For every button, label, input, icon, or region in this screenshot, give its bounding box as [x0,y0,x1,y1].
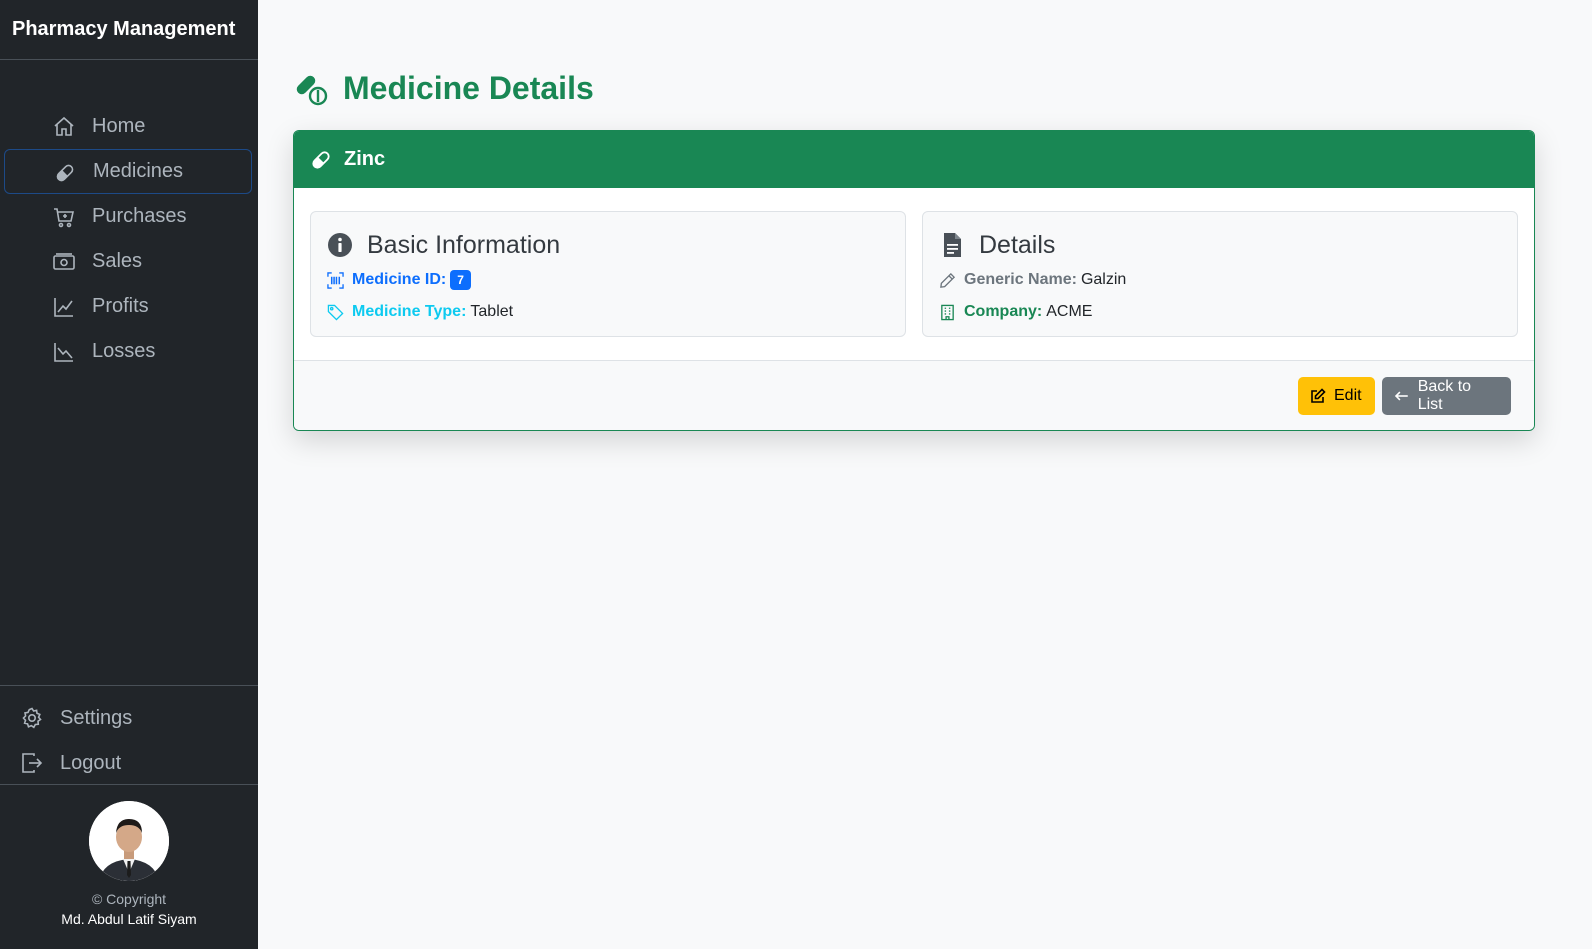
logout-icon [22,753,43,773]
document-icon [944,233,961,257]
sidebar-nav: Home Medicines Purchases Sales Profits L… [0,104,258,374]
edit-button-label: Edit [1334,387,1362,404]
avatar [89,801,169,881]
page-title: Medicine Details [293,70,594,107]
sidebar-item-label: Medicines [93,160,184,182]
back-button-label: Back to List [1417,378,1472,413]
info-panels: Basic Information Medicine ID: 7 Medicin… [310,211,1518,337]
company-value: ACME [1046,303,1093,320]
medicine-type-label: Medicine Type: [352,303,467,320]
home-icon [54,116,74,136]
capsule-icon [312,150,330,169]
cash-icon [53,253,75,270]
graph-down-icon [54,343,73,362]
sidebar-item-label: Home [92,115,146,137]
medicine-card: Zinc Basic Information Medicine ID: 7 Me… [293,130,1535,431]
company-label: Company: [964,303,1043,320]
sidebar-item-label: Profits [92,295,149,317]
cart-icon [54,208,74,228]
capsule-pill-icon [296,75,328,105]
sidebar-item-sales[interactable]: Sales [4,239,252,284]
app-brand[interactable]: Pharmacy Management [0,0,258,60]
medicine-id-label: Medicine ID: [352,271,447,288]
panel-title: Basic Information [327,230,889,260]
card-footer: Edit Back to List [294,360,1534,430]
profile-block: © Copyright Md. Abdul Latif Siyam [0,801,258,927]
panel-title-text: Basic Information [367,230,561,259]
edit-icon [1311,388,1326,403]
page-title-text: Medicine Details [343,70,594,106]
sidebar-item-logout[interactable]: Logout [0,741,258,786]
sidebar-item-label: Sales [92,250,143,272]
medicine-name: Zinc [344,148,386,170]
sidebar-item-medicines[interactable]: Medicines [4,149,252,194]
back-to-list-button[interactable]: Back to List [1382,377,1511,415]
pencil-icon [940,272,956,288]
tag-icon [327,304,344,321]
sidebar-item-losses[interactable]: Losses [4,329,252,374]
panel-title: Details [939,230,1501,260]
edit-button[interactable]: Edit [1298,377,1375,415]
generic-name-value: Galzin [1080,271,1127,288]
building-icon [941,304,954,320]
sidebar-item-settings[interactable]: Settings [0,696,258,741]
sidebar: Pharmacy Management Home Medicines Purch… [0,0,258,949]
graph-up-icon [54,298,73,317]
author-name: Md. Abdul Latif Siyam [61,911,197,927]
sidebar-item-label: Purchases [92,205,187,227]
capsule-icon [56,164,74,182]
sidebar-item-purchases[interactable]: Purchases [4,194,252,239]
medicine-id-badge: 7 [450,270,471,290]
medicine-type-field: Medicine Type: Tablet [327,300,889,324]
barcode-icon [327,271,344,289]
medicine-id-field: Medicine ID: 7 [327,268,889,292]
details-panel: Details Generic Name: Galzin Company: AC… [922,211,1518,337]
arrow-left-icon [1394,391,1408,401]
sidebar-item-home[interactable]: Home [4,104,252,149]
sidebar-item-label: Settings [60,707,133,729]
panel-title-text: Details [979,230,1056,259]
generic-name-field: Generic Name: Galzin [939,268,1501,292]
sidebar-bottom-nav: Settings Logout [0,685,258,785]
gear-icon [22,707,42,729]
copyright-text: © Copyright [91,891,167,907]
sidebar-item-label: Logout [60,752,122,774]
generic-name-label: Generic Name: [964,271,1077,288]
basic-info-panel: Basic Information Medicine ID: 7 Medicin… [310,211,906,337]
avatar-image [89,801,169,881]
sidebar-item-profits[interactable]: Profits [4,284,252,329]
medicine-type-value: Tablet [470,303,514,320]
sidebar-item-label: Losses [92,340,156,362]
info-circle-icon [328,233,352,257]
company-field: Company: ACME [939,300,1501,324]
card-header: Zinc [294,131,1534,188]
